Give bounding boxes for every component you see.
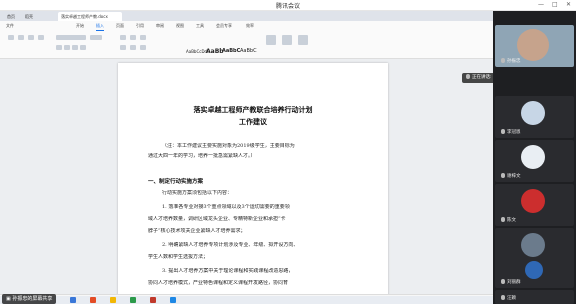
doc-para3-line1: 2. 明确紧缺人才培养专项计划涉及专业、年级、拟开设方向、 — [162, 242, 299, 248]
document-workspace: 落实卓越工程师产教联合培养行动计划 工作建议 （注：本工作建议主要实施对象为20… — [0, 59, 493, 303]
tab-home[interactable]: 首页 — [4, 12, 18, 21]
maximize-icon[interactable]: □ — [552, 1, 558, 8]
text-styles-icon[interactable] — [266, 35, 276, 45]
indent-icon[interactable] — [140, 35, 146, 40]
align-center-icon[interactable] — [130, 45, 136, 50]
participant-name: 汪颖 — [507, 296, 516, 301]
wps-icon[interactable] — [150, 297, 156, 303]
participant-tile[interactable]: 刘丽群 — [495, 258, 574, 288]
avatar — [521, 233, 545, 257]
participant-name: 李冠恩 — [507, 130, 521, 135]
menu-reference[interactable]: 引用 — [136, 22, 144, 30]
participant-panel: 孙振忠 李冠恩 谢梓文 陈文 李文 刘丽群 汪颖 — [493, 11, 576, 304]
bullets-icon[interactable] — [120, 35, 126, 40]
menu-review[interactable]: 审阅 — [156, 22, 164, 30]
menu-member[interactable]: 会员专享 — [216, 22, 232, 30]
os-taskbar — [0, 296, 493, 304]
menu-start[interactable]: 开始 — [76, 22, 84, 30]
window-title: 腾讯会议 — [275, 3, 300, 10]
sharing-indicator[interactable]: ▣ 孙振忠的屏幕共享 — [2, 294, 57, 304]
participant-tile[interactable]: 汪颖 — [495, 290, 574, 304]
doc-para3-line2: 学生人数和学生选拔方法； — [148, 254, 209, 260]
participant-tile[interactable]: 李冠恩 — [495, 96, 574, 138]
mic-icon — [501, 217, 505, 222]
avatar — [521, 101, 545, 125]
app-icon[interactable] — [90, 297, 96, 303]
mic-icon — [501, 279, 505, 284]
style-heading3[interactable]: AaBbC — [240, 47, 257, 56]
doc-para4-line2: 协同人才培养模式，产业特色课程和定义课程开发路径，协同育 — [148, 280, 289, 286]
mic-icon — [466, 74, 470, 79]
copy-icon[interactable] — [28, 35, 34, 40]
document-page[interactable]: 落实卓越工程师产教联合培养行动计划 工作建议 （注：本工作建议主要实施对象为20… — [118, 63, 388, 303]
mic-icon — [501, 173, 505, 178]
style-heading1[interactable]: AaBb — [206, 47, 224, 56]
doc-section-heading: 一、制定行动实施方案 — [148, 179, 204, 185]
cut-icon[interactable] — [18, 35, 24, 40]
menu-insert[interactable]: 插入 — [96, 22, 104, 31]
close-icon[interactable]: ✕ — [566, 1, 571, 8]
mic-icon — [501, 295, 505, 300]
avatar — [521, 189, 545, 213]
sharing-label: 孙振忠的屏幕共享 — [12, 296, 53, 302]
minimize-icon[interactable]: — — [538, 1, 544, 8]
tab-docer[interactable]: 稻壳 — [22, 12, 36, 21]
menu-efficiency[interactable]: 效率 — [246, 22, 254, 30]
participant-name: 刘丽群 — [507, 280, 521, 285]
app-icon[interactable] — [130, 297, 136, 303]
italic-icon[interactable] — [64, 45, 70, 50]
shared-screen: 首页 稻壳 落实卓越工程师产教.docx 文件 开始 插入 页面 引用 审阅 视… — [0, 11, 493, 304]
font-color-icon[interactable] — [80, 45, 86, 50]
participant-name: 谢梓文 — [507, 174, 521, 179]
participant-tile[interactable]: 孙振忠 — [495, 25, 574, 67]
window-titlebar: 腾讯会议 — □ ✕ — [0, 0, 576, 11]
doc-para2-line1: 1. 落准各专业对接3个重点领域以及3个运切需要的重要领 — [162, 204, 290, 210]
doc-para2-line2: 域人才培养数量，调研区域龙头企业、专精特新企业和承担“卡 — [148, 216, 286, 222]
select-icon[interactable] — [298, 35, 308, 45]
doc-para4-line1: 3. 提出人才培养方案中关于理论课程和实践课程改造思路， — [162, 268, 294, 274]
bold-icon[interactable] — [56, 45, 62, 50]
menu-tools[interactable]: 工具 — [196, 22, 204, 30]
find-replace-icon[interactable] — [282, 35, 292, 45]
ribbon: 文件 开始 插入 页面 引用 审阅 视图 工具 会员专享 效率 AaBbCcDd… — [0, 21, 493, 59]
participant-tile[interactable]: 谢梓文 — [495, 140, 574, 182]
doc-title: 落实卓越工程师产教联合培养行动计划 — [193, 105, 313, 114]
doc-subtitle: 工作建议 — [239, 117, 267, 126]
start-icon[interactable] — [70, 297, 76, 303]
doc-note-line2: 通过大四一年的学习，培养一批急需紧缺人才。） — [148, 153, 256, 159]
numbering-icon[interactable] — [130, 35, 136, 40]
format-painter-icon[interactable] — [38, 35, 44, 40]
participant-tile[interactable]: 陈文 — [495, 184, 574, 226]
avatar — [525, 261, 543, 279]
tab-document[interactable]: 落实卓越工程师产教.docx — [58, 12, 122, 21]
meeting-icon[interactable] — [170, 297, 176, 303]
participant-video — [517, 29, 549, 61]
underline-icon[interactable] — [72, 45, 78, 50]
align-right-icon[interactable] — [140, 45, 146, 50]
doc-para1: 行动实施方案须包括以下内容： — [162, 190, 233, 196]
mic-icon — [501, 58, 505, 63]
avatar — [521, 145, 545, 169]
font-size-select[interactable] — [90, 35, 102, 40]
font-select[interactable] — [56, 35, 86, 40]
ribbon-menu-row: 文件 开始 插入 页面 引用 审阅 视图 工具 会员专享 效率 — [0, 22, 493, 31]
menu-page[interactable]: 页面 — [116, 22, 124, 30]
folder-icon[interactable] — [110, 297, 116, 303]
style-heading2[interactable]: AaBbC — [222, 47, 240, 56]
style-normal[interactable]: AaBbCcDd — [186, 47, 207, 56]
participant-name: 陈文 — [507, 218, 516, 223]
doc-note-line1: （注：本工作建议主要实施对象为2019级学生，主要目标为 — [162, 143, 295, 149]
menu-file[interactable]: 文件 — [6, 22, 14, 30]
mic-icon — [501, 129, 505, 134]
menu-view[interactable]: 视图 — [176, 22, 184, 30]
wps-tab-bar: 首页 稻壳 落实卓越工程师产教.docx — [0, 11, 493, 21]
doc-para2-line3: 脖子”核心技术攻关企业紧缺人才培养需求； — [148, 228, 246, 234]
participant-name: 孙振忠 — [507, 59, 521, 64]
align-left-icon[interactable] — [120, 45, 126, 50]
paste-icon[interactable] — [8, 35, 14, 40]
